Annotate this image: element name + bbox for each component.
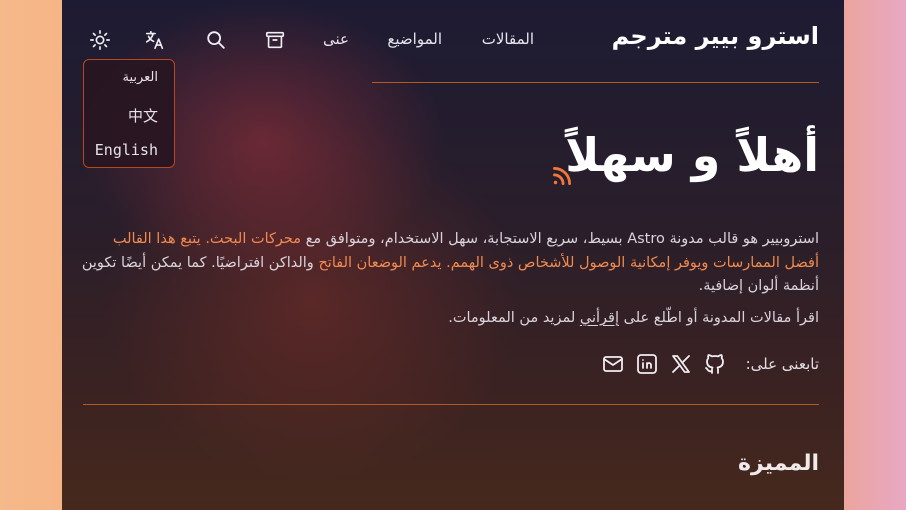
section-divider: [83, 404, 819, 405]
read-more-text: اقرأ مقالات المدونة أو اطّلع على إقرأني …: [79, 307, 819, 331]
header-divider: [372, 82, 819, 83]
x-icon[interactable]: [668, 351, 694, 377]
featured-section-title: المميزة: [738, 451, 819, 476]
language-option-arabic[interactable]: العربية: [122, 70, 158, 85]
read-more-prefix: اقرأ مقالات المدونة أو اطّلع على: [623, 310, 819, 326]
social-links: تابعنى على:: [600, 350, 819, 378]
readme-link[interactable]: إقرأني: [580, 310, 619, 326]
site-title-link[interactable]: استرو بيير مترجم: [612, 22, 819, 50]
archive-icon[interactable]: [262, 27, 288, 53]
site-header: استرو بيير مترجم المقالات المواضيع عنى: [62, 0, 844, 82]
mail-icon[interactable]: [600, 351, 626, 377]
social-label: تابعنى على:: [745, 355, 819, 373]
main-panel: استرو بيير مترجم المقالات المواضيع عنى ا…: [62, 0, 844, 510]
nav-link-about[interactable]: عنى: [323, 30, 349, 48]
sun-icon[interactable]: [87, 27, 113, 53]
rss-icon[interactable]: [549, 163, 575, 189]
language-dropdown: العربية 中文 English: [83, 59, 175, 168]
nav-link-topics[interactable]: المواضيع: [387, 30, 442, 48]
linkedin-icon[interactable]: [634, 351, 660, 377]
read-more-suffix: لمزيد من المعلومات.: [448, 310, 576, 326]
nav-link-articles[interactable]: المقالات: [482, 30, 534, 48]
translate-icon[interactable]: [142, 27, 168, 53]
search-icon[interactable]: [203, 27, 229, 53]
hero-description: استروبيير هو قالب مدونة Astro بسيط، سريع…: [79, 228, 819, 299]
description-text: استروبيير هو قالب مدونة Astro بسيط، سريع…: [305, 231, 819, 247]
language-option-chinese[interactable]: 中文: [128, 105, 158, 126]
language-option-english[interactable]: English: [95, 141, 158, 159]
hero-title: أهلاً و سهلاً: [565, 128, 819, 182]
github-icon[interactable]: [702, 351, 728, 377]
